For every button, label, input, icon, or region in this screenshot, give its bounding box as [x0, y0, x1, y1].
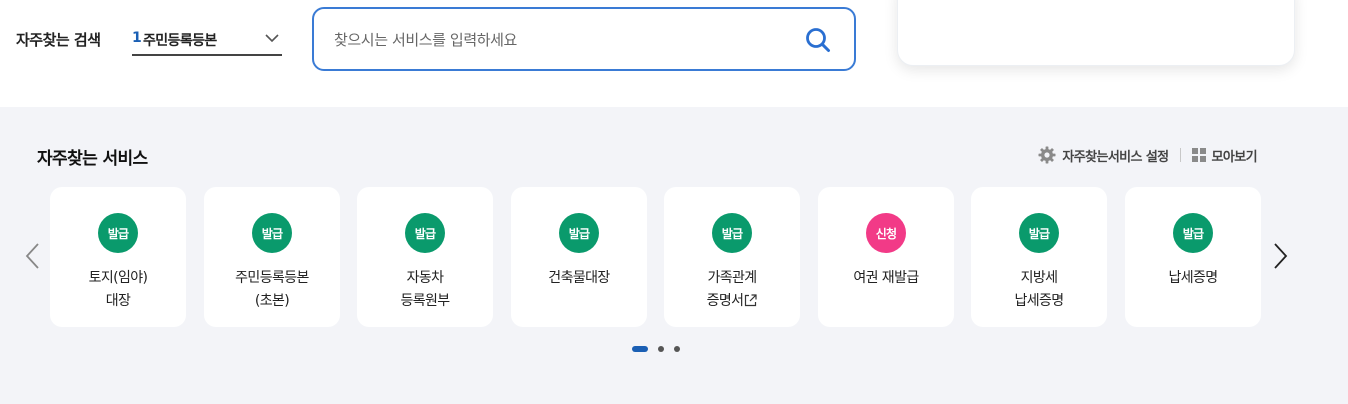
pagination-dot[interactable] [658, 346, 664, 352]
service-name-line2: 증명서 [706, 293, 744, 309]
pagination-dot[interactable] [674, 346, 680, 352]
service-card[interactable]: 발급 주민등록등본 (초본) [204, 187, 340, 327]
service-name: 주민등록등본 (초본) [204, 267, 340, 313]
pagination-dot-active[interactable] [632, 346, 648, 352]
service-name-line1: 자동차 [406, 270, 444, 286]
service-card[interactable]: 신청 여권 재발급 [818, 187, 954, 327]
issue-badge: 발급 [1173, 213, 1213, 253]
view-all-label: 모아보기 [1211, 149, 1258, 165]
frequent-search-select[interactable]: 1 주민등록등본 [132, 27, 282, 56]
issue-badge: 발급 [252, 213, 292, 253]
issue-badge: 발급 [1019, 213, 1059, 253]
pagination-dots [632, 345, 680, 353]
service-name-line2: 대장 [105, 293, 131, 309]
side-panel-card [897, 0, 1295, 66]
search-box [312, 7, 856, 71]
service-name-line2: 등록원부 [400, 293, 450, 309]
chevron-down-icon [265, 34, 279, 43]
gear-icon [1038, 146, 1056, 164]
service-cards: 발급 토지(임야) 대장 발급 주민등록등본 (초본) 발급 자동차 등록원부 … [50, 187, 1262, 327]
frequent-search-label: 자주찾는 검색 [16, 31, 101, 49]
settings-button[interactable]: 자주찾는서비스 설정 [1038, 146, 1169, 165]
frequent-services-section: 자주찾는 서비스 자주찾는서비스 설정 모아보기 발급 토지(임야) 대장 발급… [0, 107, 1348, 404]
service-card[interactable]: 발급 지방세 납세증명 [971, 187, 1107, 327]
tools-divider [1179, 148, 1181, 162]
service-name-line1: 토지(임야) [88, 270, 148, 286]
top-bar: 자주찾는 검색 1 주민등록등본 [0, 0, 1348, 107]
search-input[interactable] [334, 27, 774, 53]
service-name: 여권 재발급 [818, 267, 954, 290]
select-value: 주민등록등본 [143, 33, 217, 49]
service-name-line1: 여권 재발급 [853, 270, 919, 286]
service-name-line1: 가족관계 [707, 270, 757, 286]
service-name: 자동차 등록원부 [357, 267, 493, 313]
view-all-button[interactable]: 모아보기 [1191, 146, 1258, 165]
service-card[interactable]: 발급 납세증명 [1125, 187, 1261, 327]
settings-label: 자주찾는서비스 설정 [1062, 149, 1169, 165]
chevron-left-icon[interactable] [23, 241, 43, 271]
issue-badge: 발급 [405, 213, 445, 253]
service-name: 건축물대장 [511, 267, 647, 290]
service-card[interactable]: 발급 가족관계 증명서 [664, 187, 800, 327]
service-name: 지방세 납세증명 [971, 267, 1107, 313]
external-link-icon [745, 294, 758, 307]
apply-badge: 신청 [866, 213, 906, 253]
service-name: 가족관계 증명서 [664, 267, 800, 313]
section-tools: 자주찾는서비스 설정 모아보기 [1038, 146, 1258, 165]
grid-icon [1191, 148, 1206, 162]
issue-badge: 발급 [712, 213, 752, 253]
service-name-line1: 주민등록등본 [235, 270, 309, 286]
service-name: 납세증명 [1125, 267, 1261, 290]
service-name: 토지(임야) 대장 [50, 267, 186, 313]
service-card[interactable]: 발급 토지(임야) 대장 [50, 187, 186, 327]
search-icon[interactable] [804, 26, 832, 54]
service-name-line1: 납세증명 [1168, 270, 1218, 286]
service-card[interactable]: 발급 건축물대장 [511, 187, 647, 327]
select-rank: 1 [132, 30, 142, 46]
service-name-line2: 납세증명 [1014, 293, 1064, 309]
service-name-line1: 지방세 [1020, 270, 1058, 286]
service-name-line1: 건축물대장 [548, 270, 610, 286]
issue-badge: 발급 [559, 213, 599, 253]
service-card[interactable]: 발급 자동차 등록원부 [357, 187, 493, 327]
chevron-right-icon[interactable] [1270, 241, 1290, 271]
section-title: 자주찾는 서비스 [37, 149, 148, 169]
issue-badge: 발급 [98, 213, 138, 253]
service-name-line2: (초본) [254, 293, 290, 309]
service-name-line2-wrap: 증명서 [664, 290, 800, 313]
